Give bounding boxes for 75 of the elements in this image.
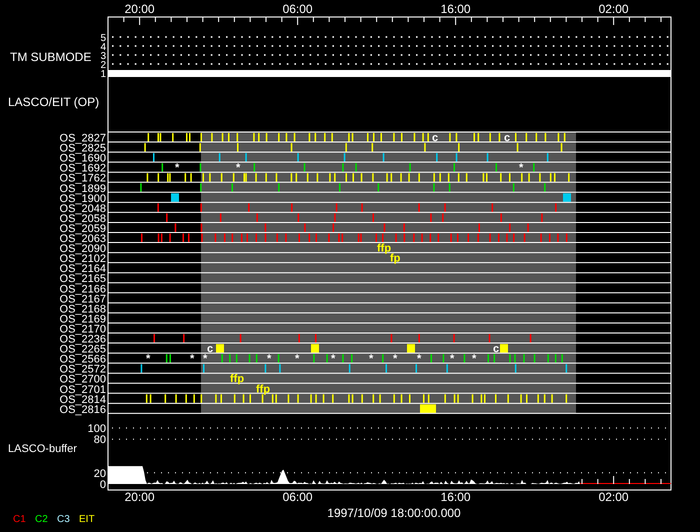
row-label: OS_2059 [60, 222, 106, 235]
time-label: 02:00 [598, 490, 629, 504]
axis-tick-label: 3 [100, 51, 106, 62]
legend-item: EIT [79, 514, 95, 525]
event-marker: c [432, 132, 438, 144]
row-label: OS_2165 [60, 273, 106, 286]
row-label: OS_2827 [60, 132, 106, 144]
event-marker: * [393, 353, 398, 366]
event-marker: * [267, 353, 272, 366]
axis-tick-label: 5 [100, 33, 106, 44]
event-marker: * [417, 353, 422, 366]
row-label: OS_2058 [60, 212, 106, 225]
event-marker: ffp [256, 383, 270, 396]
row-label: OS_2572 [60, 364, 106, 376]
event-marker: * [190, 353, 194, 366]
time-label: 02:00 [598, 2, 629, 16]
event-marker: ffp [377, 242, 392, 255]
event-marker: c [504, 132, 510, 144]
legend-item: C3 [57, 514, 70, 525]
row-label: OS_2102 [60, 253, 106, 266]
row-label: OS_2566 [60, 354, 106, 366]
axis-tick-label: 2 [100, 60, 106, 71]
row-label: OS_2168 [60, 303, 106, 316]
row-label: OS_2814 [60, 394, 106, 406]
row-label: OS_2166 [60, 283, 106, 296]
row-label: OS_2048 [60, 202, 106, 215]
event-marker: fp [390, 252, 400, 265]
axis-tick-label: 80 [94, 434, 106, 446]
time-label: 20:00 [124, 490, 155, 504]
row-label: OS_1899 [60, 182, 106, 195]
panel-label: LASCO-buffer [8, 443, 77, 455]
event-marker: * [236, 162, 240, 174]
event-marker: * [203, 353, 208, 366]
event-marker: * [295, 353, 300, 366]
event-marker: ffp [230, 373, 244, 386]
event-marker: * [472, 353, 476, 366]
axis-tick-label: 0 [100, 479, 106, 491]
axis-tick-label: 100 [88, 423, 106, 435]
row-label: OS_2170 [60, 323, 106, 336]
row-label: OS_2090 [60, 243, 106, 256]
axis-tick-label: 20 [94, 468, 106, 480]
event-marker: c [207, 343, 214, 356]
time-label: 16:00 [440, 490, 471, 504]
row-label: OS_2164 [60, 263, 106, 276]
date-label: 1997/10/09 18:00:00.000 [327, 506, 461, 520]
time-label: 20:00 [124, 2, 155, 16]
row-label: OS_2169 [60, 313, 106, 326]
time-label: 06:00 [282, 490, 313, 504]
time-label: 16:00 [440, 2, 471, 16]
row-label: OS_2167 [60, 293, 106, 306]
row-label: OS_2265 [60, 344, 106, 356]
row-label: OS_2700 [60, 374, 106, 386]
axis-tick-label: 4 [100, 42, 106, 53]
row-label: OS_1692 [60, 162, 106, 175]
time-label: 06:00 [282, 2, 313, 16]
row-label: OS_2825 [60, 142, 106, 155]
legend-item: C1 [13, 514, 26, 525]
row-label: OS_2063 [60, 233, 106, 245]
row-label: OS_1690 [60, 152, 106, 165]
row-label: OS_1762 [60, 172, 106, 185]
axis-tick-label: 1 [100, 69, 106, 80]
event-marker: * [146, 353, 150, 366]
row-label: OS_1900 [60, 192, 106, 205]
legend-item: C2 [35, 514, 48, 525]
event-marker: * [369, 353, 374, 366]
section-label: LASCO/EIT (OP) [8, 95, 100, 109]
event-marker: * [175, 162, 180, 174]
event-marker: * [331, 353, 336, 366]
panel-label: TM SUBMODE [10, 50, 92, 64]
event-marker: c [493, 343, 500, 356]
event-marker: * [450, 353, 454, 366]
row-label: OS_2236 [60, 334, 106, 346]
event-marker: * [519, 162, 524, 174]
row-label: OS_2816 [60, 404, 106, 416]
row-label: OS_2701 [60, 384, 106, 396]
